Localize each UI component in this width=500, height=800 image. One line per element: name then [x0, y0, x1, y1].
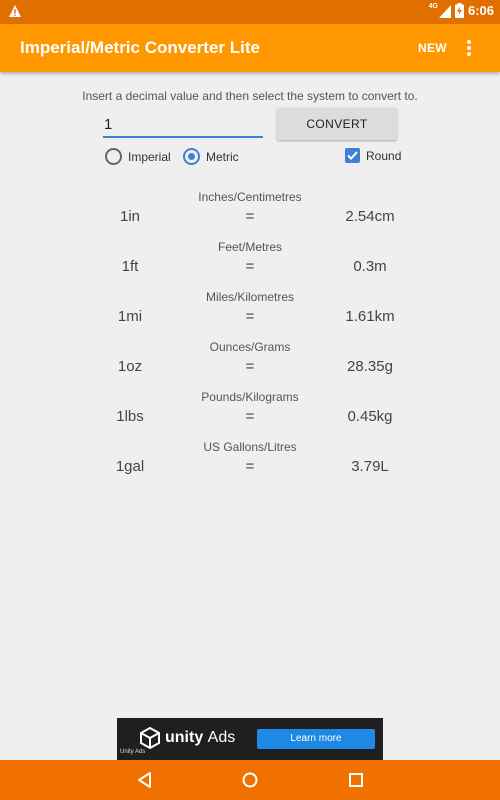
round-checkbox[interactable]: Round	[345, 148, 401, 163]
conversion-to: 0.3m	[353, 258, 387, 275]
back-triangle-icon[interactable]	[135, 770, 155, 790]
conversion-row: Feet/Metres 1ft = 0.3m	[0, 240, 500, 290]
ad-mini-text: Unity Ads	[120, 749, 146, 755]
conversion-equals: =	[245, 408, 255, 425]
radio-checked-icon	[183, 148, 200, 165]
conversion-from: 1gal	[115, 458, 145, 475]
network-type: 4G	[428, 3, 438, 10]
conversion-row: Ounces/Grams 1oz = 28.35g	[0, 340, 500, 390]
more-vert-icon[interactable]	[462, 38, 476, 58]
conversion-heading: US Gallons/Litres	[203, 440, 297, 454]
value-input[interactable]	[103, 112, 263, 138]
unity-logo-icon	[140, 727, 160, 749]
metric-radio[interactable]: Metric	[183, 148, 239, 165]
recents-square-icon[interactable]	[346, 770, 366, 790]
conversion-from: 1mi	[117, 308, 143, 325]
round-label: Round	[366, 148, 402, 163]
conversion-to: 0.45kg	[347, 408, 393, 425]
status-right-group: 4G 6:06	[429, 3, 494, 18]
convert-button[interactable]: CONVERT	[277, 108, 397, 140]
conversion-equals: =	[245, 258, 255, 275]
conversion-heading: Ounces/Grams	[209, 340, 291, 354]
app-title: Imperial/Metric Converter Lite	[20, 38, 260, 57]
checkbox-checked-icon	[345, 148, 360, 163]
conversion-row: Miles/Kilometres 1mi = 1.61km	[0, 290, 500, 340]
instruction-text: Insert a decimal value and then select t…	[82, 89, 418, 103]
conversion-equals: =	[245, 458, 255, 475]
conversion-row: Inches/Centimetres 1in = 2.54cm	[0, 190, 500, 240]
conversion-heading: Inches/Centimetres	[198, 190, 302, 204]
ad-banner[interactable]: unity Ads Unity Ads Learn more	[117, 718, 383, 760]
signal-icon	[438, 4, 451, 18]
conversion-heading: Miles/Kilometres	[205, 290, 295, 304]
ad-brand: unity Ads	[165, 729, 235, 747]
conversion-to: 1.61km	[345, 308, 395, 325]
warning-icon	[9, 5, 21, 17]
conversion-heading: Feet/Metres	[217, 240, 283, 254]
ad-brand-suffix: Ads	[207, 729, 236, 746]
conversion-from: 1in	[119, 208, 141, 225]
navigation-bar	[0, 760, 500, 800]
conversion-equals: =	[245, 358, 255, 375]
conversion-from: 1oz	[117, 358, 143, 375]
app-bar: Imperial/Metric Converter Lite NEW	[0, 24, 500, 72]
conversion-equals: =	[245, 308, 255, 325]
conversion-from: 1lbs	[116, 408, 144, 425]
home-circle-icon[interactable]	[240, 770, 260, 790]
ad-learn-more-button[interactable]: Learn more	[257, 729, 375, 749]
conversion-from: 1ft	[121, 258, 139, 275]
imperial-label: Imperial	[128, 149, 171, 164]
conversion-row: US Gallons/Litres 1gal = 3.79L	[0, 440, 500, 490]
metric-label: Metric	[206, 149, 239, 164]
conversion-to: 2.54cm	[345, 208, 395, 225]
status-bar: 4G 6:06	[0, 0, 500, 24]
ad-brand-main: unity	[165, 729, 204, 746]
radio-unchecked-icon	[105, 148, 122, 165]
imperial-radio[interactable]: Imperial	[105, 148, 171, 165]
conversion-equals: =	[245, 208, 255, 225]
status-time: 6:06	[467, 3, 494, 18]
conversion-heading: Pounds/Kilograms	[201, 390, 299, 404]
conversion-row: Pounds/Kilograms 1lbs = 0.45kg	[0, 390, 500, 440]
battery-charging-icon	[454, 3, 464, 18]
new-button[interactable]: NEW	[418, 41, 447, 55]
conversion-to: 3.79L	[351, 458, 389, 475]
conversion-to: 28.35g	[347, 358, 393, 375]
